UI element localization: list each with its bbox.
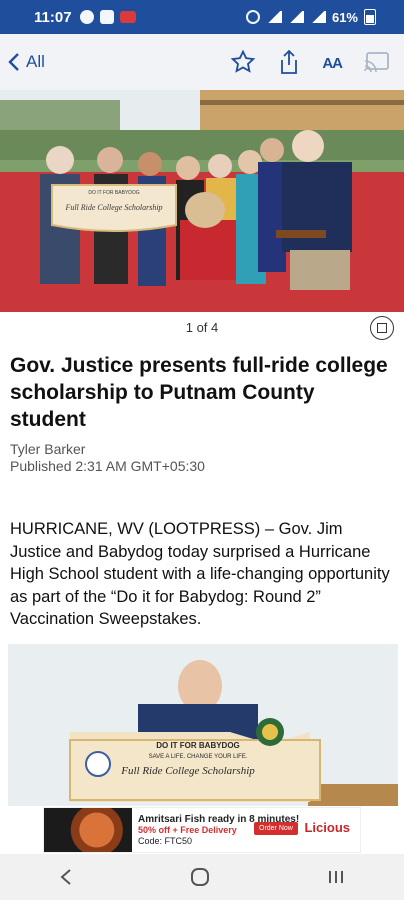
chevron-left-icon (8, 53, 19, 71)
ad-food-image (44, 808, 132, 852)
whatsapp-icon (79, 10, 94, 24)
share-icon[interactable] (278, 49, 300, 75)
hero-sign-top: DO IT FOR BABYDOG (88, 190, 139, 196)
back-label: All (26, 52, 45, 71)
inline-sign-top: DO IT FOR BABYDOG (156, 741, 240, 750)
article-hero-photo[interactable]: Full Ride College Scholarship DO IT FOR … (0, 90, 404, 312)
inline-sign-sub: SAVE A LIFE. CHANGE YOUR LIFE. (149, 754, 248, 760)
back-nav-icon[interactable] (59, 868, 73, 886)
back-button[interactable]: All (8, 52, 45, 72)
ad-code: Code: FTC50 (138, 835, 193, 846)
home-nav-icon[interactable] (190, 867, 210, 887)
article-inline-photo[interactable]: DO IT FOR BABYDOG SAVE A LIFE. CHANGE YO… (8, 644, 398, 806)
hero-sign-text: Full Ride College Scholarship (64, 203, 162, 212)
ad-order-button[interactable]: Order Now (254, 822, 298, 835)
gallery-counter: 1 of 4 (185, 320, 219, 335)
article-author: Tyler Barker (10, 441, 86, 457)
cast-icon[interactable] (364, 51, 390, 73)
top-navigation: All AA (0, 34, 404, 90)
ad-brand-logo: Licious (304, 820, 350, 835)
signal-icon (309, 11, 326, 23)
signal-icon (265, 11, 282, 23)
text-size-button[interactable]: AA (322, 51, 343, 74)
article-headline: Gov. Justice presents full-ride college … (10, 354, 388, 431)
article-published-time: Published 2:31 AM GMT+05:30 (10, 458, 205, 474)
article-body: HURRICANE, WV (LOOTPRESS) – Gov. Jim Jus… (10, 520, 390, 628)
hero-photo-image: Full Ride College Scholarship DO IT FOR … (0, 90, 404, 312)
hotspot-icon (245, 10, 260, 24)
advertisement-banner[interactable]: Amritsari Fish ready in 8 minutes! 50% o… (0, 806, 404, 854)
status-bar: 11:07 61% (0, 0, 404, 34)
battery-percent: 61% (331, 9, 358, 25)
battery-icon (364, 9, 376, 25)
message-icon (99, 10, 114, 24)
star-icon[interactable] (230, 49, 256, 75)
signal-icon (287, 11, 304, 23)
app-notification-icon (119, 11, 136, 23)
recents-nav-icon[interactable] (327, 868, 345, 886)
inline-sign-main: Full Ride College Scholarship (120, 765, 255, 777)
clock: 11:07 (34, 8, 72, 26)
inline-photo-image: DO IT FOR BABYDOG SAVE A LIFE. CHANGE YO… (8, 644, 398, 806)
system-navigation-bar (0, 854, 404, 900)
expand-gallery-icon[interactable] (370, 316, 394, 340)
